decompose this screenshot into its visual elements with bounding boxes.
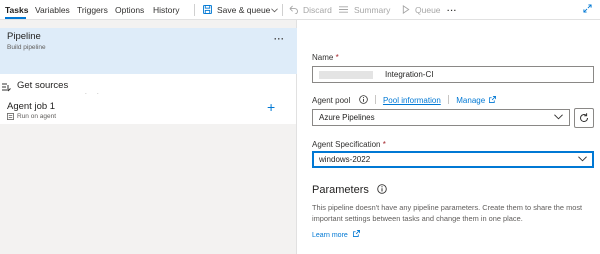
agent-pool-label: Agent pool Pool information Manage [312,95,497,105]
pool-information-link[interactable]: Pool information [383,96,441,105]
tab-triggers[interactable]: Triggers [77,5,108,15]
toolbar-divider [194,4,195,16]
summary-label: Summary [354,5,391,15]
pipeline-more-button[interactable]: ··· [274,34,285,44]
summary-icon [339,6,348,13]
active-tab-indicator [5,17,26,19]
save-queue-label: Save & queue [217,5,271,15]
label-divider [448,95,450,104]
external-link-icon [352,230,360,237]
pipeline-name-input[interactable]: Integration-CI [312,66,594,83]
tab-options[interactable]: Options [115,5,144,15]
label-divider [374,95,376,104]
discard-label: Discard [303,5,332,15]
tab-variables[interactable]: Variables [35,5,70,15]
more-actions-button[interactable]: ··· [447,5,457,15]
learn-more-link[interactable]: Learn more [312,232,348,239]
manage-link[interactable]: Manage [456,96,485,105]
name-label-text: Name [312,53,334,62]
chevron-down-icon [554,114,563,120]
required-mark: * [335,53,339,62]
expand-icon [583,4,592,13]
agent-pool-select[interactable]: Azure Pipelines [312,109,570,126]
parameters-title-text: Parameters [312,184,369,196]
get-sources-title: Get sources [17,80,69,91]
parameters-description: This pipeline doesn't have any pipeline … [312,203,583,223]
process-pane: Pipeline Build pipeline ··· Get sources … [0,20,297,254]
name-label: Name * [312,53,339,62]
properties-pane: Name * Integration-CI Agent pool Pool in… [298,20,600,254]
sources-icon [2,83,11,92]
refresh-icon [580,113,589,123]
external-link-icon [489,96,497,103]
save-icon [203,5,212,14]
agent-pool-label-text: Agent pool [312,96,351,105]
tab-tasks[interactable]: Tasks [5,5,28,15]
required-mark: * [382,140,386,149]
agent-job-title: Agent job 1 [7,101,56,112]
agent-job-subtitle: Run on agent [17,113,57,120]
pipeline-name-value: Integration-CI [385,70,434,79]
refresh-pool-button[interactable] [574,108,594,128]
info-icon[interactable] [358,95,368,104]
agent-job-node[interactable]: Agent job 1 Run on agent + [0,94,296,124]
info-icon[interactable] [377,184,387,194]
tab-history[interactable]: History [153,5,179,15]
agent-pool-value: Azure Pipelines [319,113,375,122]
agent-spec-select[interactable]: windows-2022 [312,151,594,168]
chevron-down-icon [578,156,587,162]
pipeline-subtitle: Build pipeline [7,44,46,51]
chevron-down-icon [271,8,278,13]
agent-spec-label: Agent Specification * [312,140,386,149]
learn-more: Learn more [312,230,360,239]
play-icon [402,5,410,14]
agent-spec-label-text: Agent Specification [312,140,381,149]
pipeline-node[interactable]: Pipeline Build pipeline ··· [0,28,297,74]
queue-label: Queue [415,5,441,15]
agent-spec-value: windows-2022 [319,155,371,164]
redacted-text [319,71,373,79]
parameters-heading: Parameters [312,184,387,196]
toolbar-divider [282,4,283,16]
add-task-button[interactable]: + [267,100,275,114]
toolbar: Tasks Variables Triggers Options History… [0,0,600,20]
undo-icon [289,5,298,14]
agent-icon [7,113,14,120]
pipeline-title: Pipeline [7,31,41,42]
